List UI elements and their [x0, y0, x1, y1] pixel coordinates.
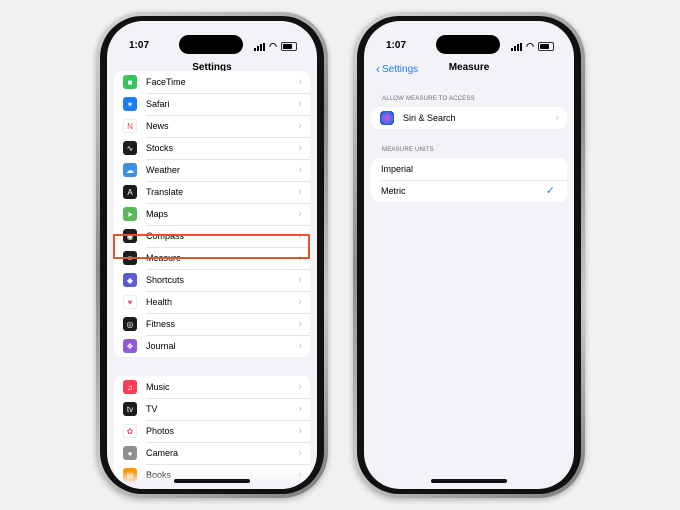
settings-row-fitness[interactable]: ◎ Fitness › — [114, 313, 310, 335]
facetime-icon: ■ — [123, 75, 137, 89]
settings-group-apps: ■ FaceTime › ✶ Safari › N News › ∿ Stocks › ☁ Weather… — [114, 71, 310, 357]
settings-row-label: Health — [146, 297, 173, 307]
unit-label: Imperial — [381, 164, 414, 174]
settings-row-label: Stocks — [146, 143, 174, 153]
settings-row-label: News — [146, 121, 169, 131]
fitness-icon: ◎ — [123, 317, 137, 331]
weather-icon: ☁ — [123, 163, 137, 177]
status-bar: 1:07 ◠ — [107, 21, 317, 59]
settings-row-label: Weather — [146, 165, 180, 175]
settings-row-camera[interactable]: ● Camera › — [114, 442, 310, 464]
chevron-right-icon: › — [555, 112, 559, 124]
status-icons: ◠ — [254, 41, 297, 52]
status-bar: 1:07 ◠ — [364, 21, 574, 59]
journal-icon: ❖ — [123, 339, 137, 353]
settings-row-label: FaceTime — [146, 77, 186, 87]
phone-measure: 1:07 ◠ ‹ Settings Measure ALLOW MEASURE … — [353, 12, 585, 498]
chevron-right-icon: › — [298, 76, 302, 88]
camera-icon: ● — [123, 446, 137, 460]
chevron-right-icon: › — [298, 381, 302, 393]
chevron-right-icon: › — [298, 447, 302, 459]
chevron-right-icon: › — [298, 425, 302, 437]
phone-settings: 1:07 ◠ Settings ■ FaceTime › ✶ Safari › N News ›… — [96, 12, 328, 498]
settings-row-stocks[interactable]: ∿ Stocks › — [114, 137, 310, 159]
music-icon: ♫ — [123, 380, 137, 394]
chevron-right-icon: › — [298, 98, 302, 110]
shortcuts-icon: ◆ — [123, 273, 137, 287]
settings-row-label: Camera — [146, 448, 179, 458]
chevron-right-icon: › — [298, 296, 302, 308]
siri-icon — [380, 111, 394, 125]
chevron-right-icon: › — [298, 186, 302, 198]
home-indicator[interactable] — [431, 479, 507, 483]
settings-row-label: Fitness — [146, 319, 176, 329]
chevron-right-icon: › — [298, 340, 302, 352]
home-indicator[interactable] — [174, 479, 250, 483]
wifi-icon: ◠ — [526, 41, 534, 51]
maps-icon: ➤ — [123, 207, 137, 221]
settings-row-music[interactable]: ♫ Music › — [114, 376, 310, 398]
news-icon: N — [123, 119, 137, 133]
dynamic-island — [436, 35, 500, 54]
chevron-right-icon: › — [298, 274, 302, 286]
settings-row-news[interactable]: N News › — [114, 115, 310, 137]
unit-label: Metric — [381, 186, 406, 196]
settings-row-shortcuts[interactable]: ◆ Shortcuts › — [114, 269, 310, 291]
settings-row-facetime[interactable]: ■ FaceTime › — [114, 71, 310, 93]
siri-search-label: Siri & Search — [403, 113, 456, 123]
settings-row-translate[interactable]: A Translate › — [114, 181, 310, 203]
settings-row-label: Music — [146, 382, 170, 392]
checkmark-icon: ✓ — [545, 185, 555, 197]
settings-row-label: Translate — [146, 187, 184, 197]
signal-icon — [254, 42, 266, 51]
settings-row-label: Shortcuts — [146, 275, 185, 285]
access-section-header: ALLOW MEASURE TO ACCESS — [382, 96, 475, 102]
status-icons: ◠ — [511, 41, 554, 52]
chevron-right-icon: › — [298, 164, 302, 176]
chevron-right-icon: › — [298, 142, 302, 154]
battery-icon — [281, 42, 297, 51]
units-group: Imperial Metric ✓ — [371, 158, 567, 202]
status-time: 1:07 — [386, 40, 407, 51]
units-section-header: MEASURE UNITS — [382, 147, 434, 153]
tv-icon: tv — [123, 402, 137, 416]
unit-option-metric[interactable]: Metric ✓ — [371, 180, 567, 202]
settings-row-weather[interactable]: ☁ Weather › — [114, 159, 310, 181]
stocks-icon: ∿ — [123, 141, 137, 155]
status-time: 1:07 — [129, 40, 150, 51]
settings-row-label: Safari — [146, 99, 170, 109]
translate-icon: A — [123, 185, 137, 199]
health-icon: ♥ — [123, 295, 137, 309]
chevron-right-icon: › — [298, 208, 302, 220]
chevron-right-icon: › — [298, 318, 302, 330]
settings-row-safari[interactable]: ✶ Safari › — [114, 93, 310, 115]
settings-row-label: Photos — [146, 426, 175, 436]
page-title: Measure — [448, 62, 490, 73]
measure-highlight-box — [113, 234, 310, 259]
settings-row-maps[interactable]: ➤ Maps › — [114, 203, 310, 225]
access-group: Siri & Search › — [371, 107, 567, 129]
settings-row-label: Journal — [146, 341, 176, 351]
settings-row-photos[interactable]: ✿ Photos › — [114, 420, 310, 442]
settings-row-health[interactable]: ♥ Health › — [114, 291, 310, 313]
signal-icon — [511, 42, 523, 51]
chevron-right-icon: › — [298, 120, 302, 132]
siri-search-row[interactable]: Siri & Search › — [371, 107, 567, 129]
wifi-icon: ◠ — [269, 41, 277, 51]
safari-icon: ✶ — [123, 97, 137, 111]
settings-row-tv[interactable]: tv TV › — [114, 398, 310, 420]
chevron-right-icon: › — [298, 403, 302, 415]
dynamic-island — [179, 35, 243, 54]
settings-row-journal[interactable]: ❖ Journal › — [114, 335, 310, 357]
photos-icon: ✿ — [123, 424, 137, 438]
unit-option-imperial[interactable]: Imperial — [371, 158, 567, 180]
measure-screen: 1:07 ◠ ‹ Settings Measure ALLOW MEASURE … — [364, 21, 574, 489]
settings-row-label: Maps — [146, 209, 169, 219]
battery-icon — [538, 42, 554, 51]
settings-row-label: TV — [146, 404, 158, 414]
